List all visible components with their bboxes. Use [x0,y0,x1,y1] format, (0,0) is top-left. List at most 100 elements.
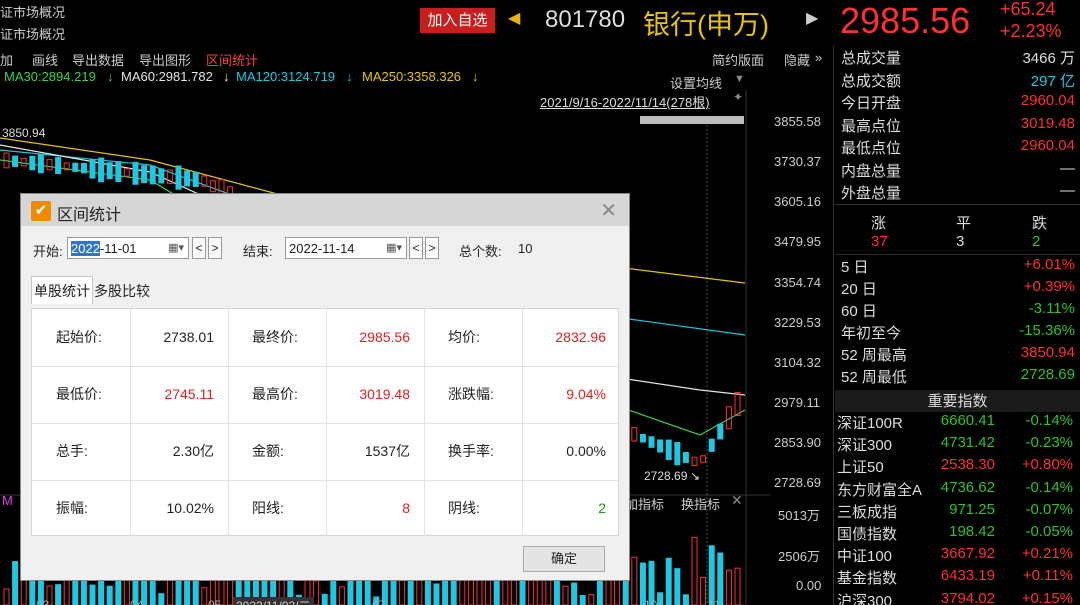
divider [835,204,1080,205]
index-row[interactable]: 基金指数 6433.19 +0.11% [837,567,1077,589]
candle [37,154,44,174]
quote-row: 最高点位 3019.48 [841,115,1075,137]
toolbar-item-range-stats[interactable]: 区间统计 [206,50,258,69]
period-row: 5 日 +6.01% [841,256,1075,278]
ma120-label: MA120:3124.719 [236,69,336,84]
close-icon[interactable]: ✕ [600,198,617,223]
add-indicator-button[interactable]: 加指标 [625,494,664,513]
tab-multi-stock[interactable]: 多股比较 [93,277,151,305]
x-tick: 10 [644,598,658,605]
vol-tick: 5013万 [778,508,820,523]
stock-code: 801780 [545,6,626,33]
index-price: 2538.30 [940,456,995,474]
ma250-label: MA250:3358.326 [362,69,462,84]
end-date-field[interactable]: 2022-11-14 ▦▾ [285,237,407,259]
candle [149,165,156,185]
quote-value: — [1060,159,1075,177]
current-price: 2985.56 [840,0,971,41]
vol-tick: 2506万 [778,549,820,564]
ma30-arrow-icon: ↓ [107,69,114,84]
close-indicator-icon[interactable]: ✕ [731,492,743,509]
index-row[interactable]: 三板成指 971.25 -0.07% [837,501,1077,523]
market-overview-link[interactable]: 证市场概况 [0,2,65,21]
index-row[interactable]: 深证300 4731.42 -0.23% [837,434,1077,456]
volume-bar [313,580,320,605]
volume-bar [562,585,569,605]
start-date-field[interactable]: 2022-11-01 ▦▾ [67,237,189,259]
quote-label: 今日开盘 [841,95,902,112]
x-cursor-date: 2022/11/03/二 [233,597,314,605]
x-tick: 05 [208,598,222,605]
index-name: 深证100R [837,415,903,432]
set-ma-dropdown-icon[interactable]: ▼ [734,73,745,85]
y-tick: 3229.53 [774,315,821,330]
volume-bar [192,578,199,605]
index-price: 6660.41 [940,412,995,429]
period-row: 20 日 +0.39% [841,278,1075,300]
vol-tick: 0.00 [796,578,822,593]
start-next-button[interactable]: > [208,237,222,259]
next-stock-arrow-icon[interactable]: ▶ [806,8,818,28]
hide-button[interactable]: 隐藏 [784,50,810,69]
price-change: +65.24 [1000,0,1056,19]
candle [123,168,130,177]
index-row[interactable]: 上证50 2538.30 +0.80% [837,456,1077,478]
end-prev-button[interactable]: < [409,237,423,259]
candle [674,442,681,466]
end-date-value: 2022-11-14 [289,241,355,256]
breadth-value: 3 [956,233,965,250]
index-change: -0.23% [1025,434,1073,452]
toolbar-item-add[interactable]: 加 [0,50,13,69]
chart-high-label: 3850.94 [2,126,46,140]
swap-indicator-button[interactable]: 换指标 [681,494,720,513]
ok-button[interactable]: 确定 [523,546,605,572]
scroll-marker [640,116,744,124]
quote-row: 内盘总量 — [841,160,1075,182]
end-next-button[interactable]: > [425,237,439,259]
index-row[interactable]: 国债指数 198.42 -0.05% [837,523,1077,545]
dialog-title-bar[interactable]: ✔ 区间统计 ✕ [21,194,629,226]
stat-value: 10.02% [166,500,214,516]
toolbar-item-export-image[interactable]: 导出图形 [139,50,191,69]
index-name: 中证100 [837,548,893,566]
stat-value: 2985.56 [359,329,410,345]
quote-row: 外盘总量 — [841,182,1075,204]
toolbar-item-export-data[interactable]: 导出数据 [72,50,124,69]
toolbar-item-draw[interactable]: 画线 [32,50,58,69]
expand-icon[interactable]: » [815,50,822,65]
volume-bar [665,557,672,605]
check-logo-icon: ✔ [31,201,51,221]
calendar-dropdown-icon[interactable]: ▦▾ [168,241,184,254]
period-row: 52 周最高 3850.94 [841,344,1075,366]
ma60-label: MA60:2981.782 [121,69,213,84]
index-price: 4731.42 [940,434,995,452]
prev-stock-arrow-icon[interactable]: ◀ [508,8,520,28]
count-value: 10 [518,241,533,256]
y-tick: 3605.16 [774,194,821,209]
candle [665,439,672,460]
calendar-dropdown-icon[interactable]: ▦▾ [386,241,402,254]
volume-bar [123,579,130,605]
y-tick: 3104.32 [774,355,821,370]
index-row[interactable]: 中证100 3667.92 +0.21% [837,545,1077,567]
volume-bar [55,584,62,605]
quote-value: 3019.48 [1020,114,1075,132]
stat-label: 最高价: [252,386,298,402]
y-tick: 2979.11 [774,395,821,410]
volume-bar [416,577,423,605]
start-prev-button[interactable]: < [192,237,206,259]
index-row[interactable]: 深证100R 6660.41 -0.14% [837,412,1077,434]
index-row[interactable]: 沪深300 3794.02 +0.15% [837,590,1077,605]
index-name: 国债指数 [837,526,898,543]
period-row: 年初至今 -15.36% [841,322,1075,344]
volume-bar [201,587,208,605]
tab-single-stock[interactable]: 单股统计 [31,276,93,304]
x-tick: 04 [130,598,144,605]
count-label: 总个数: [459,244,502,259]
index-price: 3794.02 [940,589,995,605]
market-overview-link-2[interactable]: 证市场概况 [0,24,65,43]
add-to-watchlist-button[interactable]: 加入自选 [420,8,495,33]
volume-bar [579,594,586,605]
index-row[interactable]: 东方财富全A 4736.62 -0.14% [837,479,1077,501]
simple-layout-button[interactable]: 简约版面 [712,50,764,69]
